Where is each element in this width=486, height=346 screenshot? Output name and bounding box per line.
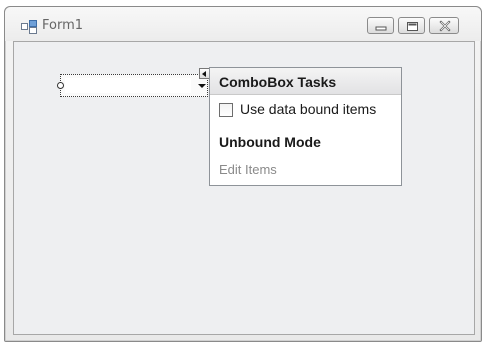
title-bar[interactable]: Form1 xyxy=(5,7,481,41)
tasks-panel-title: ComboBox Tasks xyxy=(219,74,337,90)
chevron-down-icon[interactable] xyxy=(198,84,206,88)
form-client-area: ComboBox Tasks Use data bound items Unbo… xyxy=(13,41,475,335)
close-button[interactable] xyxy=(429,17,459,34)
maximize-icon xyxy=(407,22,418,31)
combobox-text[interactable] xyxy=(65,78,191,93)
use-data-bound-checkbox[interactable] xyxy=(219,103,233,117)
combobox-tasks-panel: ComboBox Tasks Use data bound items Unbo… xyxy=(209,67,402,186)
use-data-bound-label[interactable]: Use data bound items xyxy=(240,101,376,117)
edit-items-link[interactable]: Edit Items xyxy=(219,162,277,177)
window-title: Form1 xyxy=(42,18,84,33)
maximize-button[interactable] xyxy=(398,17,425,34)
close-icon xyxy=(439,20,451,32)
unbound-mode-heading: Unbound Mode xyxy=(219,134,321,150)
minimize-button[interactable] xyxy=(367,17,394,34)
form-window: Form1 ComboBox Tasks Use data bound item… xyxy=(4,6,482,342)
form-designer-icon xyxy=(21,19,37,34)
resize-grip-handle[interactable] xyxy=(57,82,64,89)
minimize-icon xyxy=(375,26,387,31)
combobox-control[interactable] xyxy=(60,74,208,97)
